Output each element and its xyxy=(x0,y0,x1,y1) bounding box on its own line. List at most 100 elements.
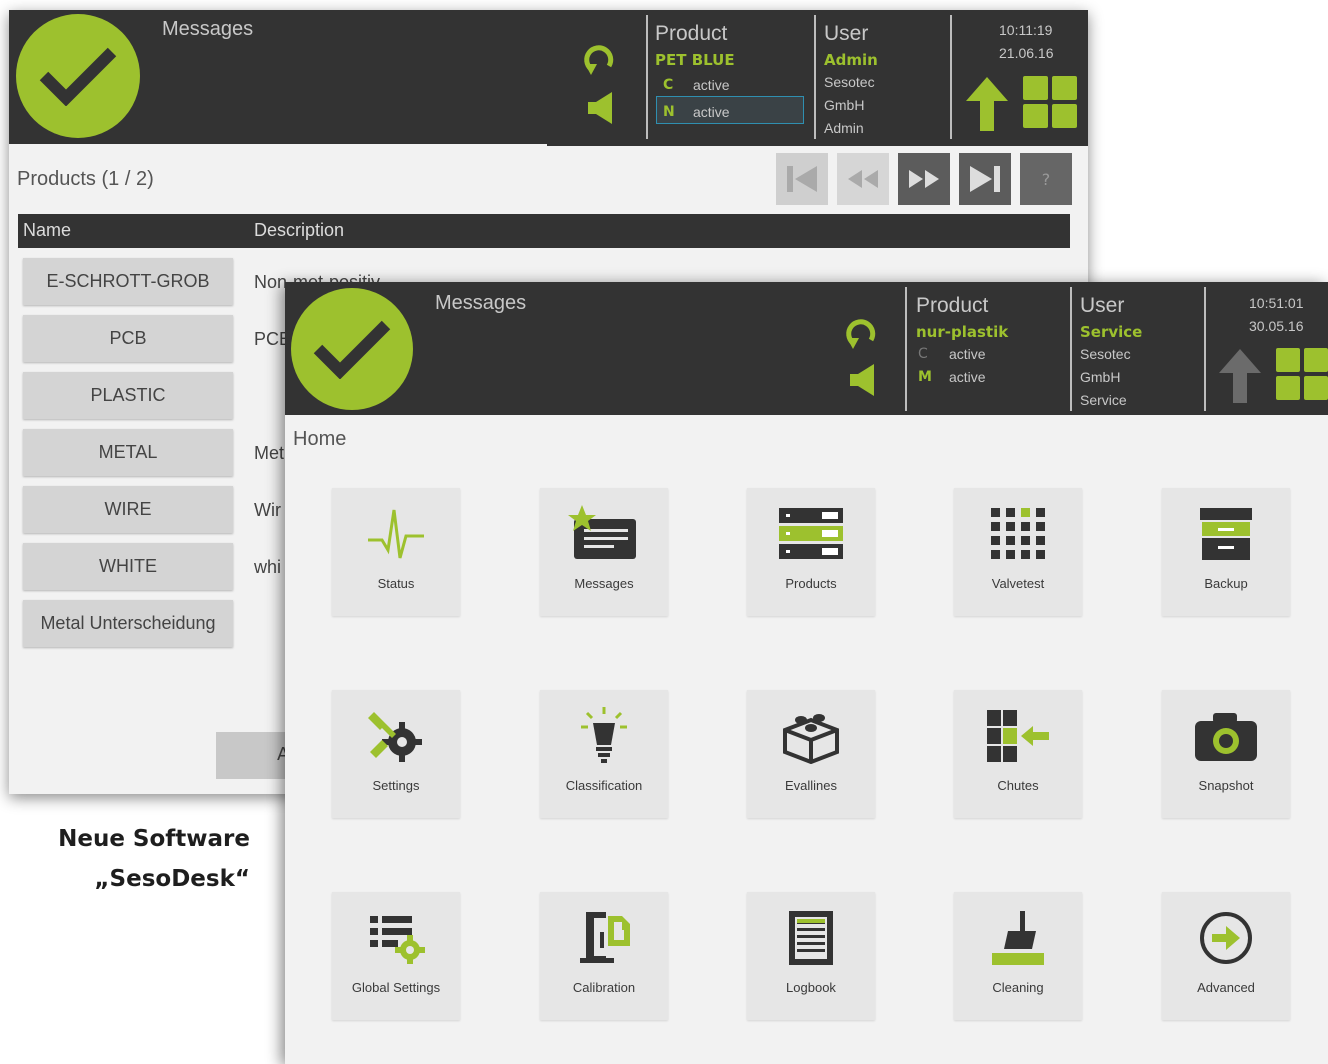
header-bar: Messages Product PET BLUE C active N act… xyxy=(9,10,1088,144)
tile-products[interactable]: Products xyxy=(747,488,875,616)
divider xyxy=(905,287,907,411)
mode-code: N xyxy=(663,104,675,120)
user-line: Admin xyxy=(824,120,864,136)
user-line: GmbH xyxy=(824,97,865,113)
tile-valvetest[interactable]: Valvetest xyxy=(954,488,1082,616)
tile-icon-part xyxy=(1023,76,1048,100)
table-header: Name Description xyxy=(18,214,1070,248)
chute-grid-icon xyxy=(987,710,1049,762)
last-page-button[interactable] xyxy=(959,153,1011,205)
product-button[interactable]: PLASTIC xyxy=(23,372,233,419)
tile-calibration[interactable]: Calibration xyxy=(540,892,668,1020)
previous-page-button[interactable] xyxy=(837,153,889,205)
mode-code: C xyxy=(663,77,674,93)
tile-global-settings[interactable]: Global Settings xyxy=(332,892,460,1020)
product-name: nur-plastik xyxy=(916,323,1009,341)
brick-box-icon xyxy=(783,714,839,764)
product-name: PET BLUE xyxy=(655,51,735,69)
tile-label: Global Settings xyxy=(351,980,441,995)
tile-icon-part xyxy=(1304,348,1328,372)
next-page-button[interactable] xyxy=(898,153,950,205)
status-ok-button[interactable] xyxy=(16,14,140,138)
tile-label: Advanced xyxy=(1197,980,1255,995)
home-window: Messages Product nur-plastik C active M … xyxy=(285,282,1328,1064)
tile-icon-part xyxy=(1052,104,1077,128)
tile-status[interactable]: Status xyxy=(332,488,460,616)
tile-backup[interactable]: Backup xyxy=(1162,488,1290,616)
skip-last-icon xyxy=(970,166,1000,192)
product-button[interactable]: Metal Unterscheidung xyxy=(23,600,233,647)
mode-state: active xyxy=(693,77,730,93)
arrow-circle-icon xyxy=(1200,912,1252,964)
pulse-icon xyxy=(368,509,424,559)
messages-label: Messages xyxy=(435,292,527,314)
tile-icon-part xyxy=(1276,376,1300,400)
clock-time: 10:51:01 xyxy=(1249,295,1304,311)
tile-messages[interactable]: Messages xyxy=(540,488,668,616)
help-button[interactable]: ? xyxy=(1020,153,1072,205)
sound-button[interactable] xyxy=(845,362,879,398)
user-line: Sesotec xyxy=(1080,346,1131,362)
page-count: (1 / 2) xyxy=(101,168,154,190)
messages-label: Messages xyxy=(162,18,254,40)
mode-state: active xyxy=(693,104,730,120)
mode-state: active xyxy=(949,346,986,362)
column-description: Description xyxy=(254,220,345,240)
selected-mode-row[interactable] xyxy=(656,96,804,124)
user-line: GmbH xyxy=(1080,369,1121,385)
arrow-up-icon xyxy=(966,77,1008,131)
header-edge xyxy=(547,144,1088,146)
product-button[interactable]: WIRE xyxy=(23,486,233,533)
tile-label: Chutes xyxy=(997,778,1039,793)
caption-line-2: „SesoDesk“ xyxy=(94,866,250,892)
skip-first-icon xyxy=(787,166,817,192)
tile-label: Settings xyxy=(372,778,420,793)
page-title: Home xyxy=(293,428,347,450)
checkmark-icon xyxy=(313,320,391,379)
product-button[interactable]: PCB xyxy=(23,315,233,362)
product-title: Product xyxy=(916,294,989,317)
user-role: Service xyxy=(1080,323,1143,341)
divider xyxy=(814,15,816,139)
tile-settings[interactable]: Settings xyxy=(332,690,460,818)
checkmark-icon xyxy=(39,47,117,106)
home-tiles-button[interactable] xyxy=(1276,348,1328,400)
refresh-button[interactable] xyxy=(581,40,619,78)
tile-logbook[interactable]: Logbook xyxy=(747,892,875,1020)
first-page-button[interactable] xyxy=(776,153,828,205)
tile-evallines[interactable]: Evallines xyxy=(747,690,875,818)
sound-button[interactable] xyxy=(583,90,617,126)
broom-icon xyxy=(992,911,1044,965)
tile-advanced[interactable]: Advanced xyxy=(1162,892,1290,1020)
refresh-button[interactable] xyxy=(843,314,881,352)
tile-label: Evallines xyxy=(784,778,838,793)
tile-label: Calibration xyxy=(572,980,636,995)
logbook-icon xyxy=(789,911,833,965)
product-button[interactable]: METAL xyxy=(23,429,233,476)
tile-snapshot[interactable]: Snapshot xyxy=(1162,690,1290,818)
mode-state: active xyxy=(949,369,986,385)
speaker-icon xyxy=(588,92,612,124)
clamp-doc-icon xyxy=(580,912,630,963)
arrow-up-icon xyxy=(1219,349,1261,403)
bulb-icon xyxy=(581,707,627,763)
upload-button[interactable] xyxy=(964,76,1010,132)
product-title: Product xyxy=(655,22,728,45)
tile-cleaning[interactable]: Cleaning xyxy=(954,892,1082,1020)
home-tiles-button[interactable] xyxy=(1023,76,1077,128)
tile-icon-part xyxy=(1052,76,1077,100)
product-button[interactable]: WHITE xyxy=(23,543,233,590)
user-title: User xyxy=(824,22,869,45)
upload-button[interactable] xyxy=(1217,348,1263,404)
tile-classification[interactable]: Classification xyxy=(540,690,668,818)
clock-date: 30.05.16 xyxy=(1249,318,1304,334)
status-ok-button[interactable] xyxy=(291,288,413,410)
page-title-text: Products xyxy=(17,168,96,190)
tile-label: Snapshot xyxy=(1198,778,1254,793)
product-button[interactable]: E-SCHROTT-GROB xyxy=(23,258,233,305)
tools-gear-icon xyxy=(368,712,422,762)
tile-chutes[interactable]: Chutes xyxy=(954,690,1082,818)
clock-date: 21.06.16 xyxy=(999,45,1054,61)
divider xyxy=(646,15,648,139)
refresh-icon xyxy=(846,319,876,349)
